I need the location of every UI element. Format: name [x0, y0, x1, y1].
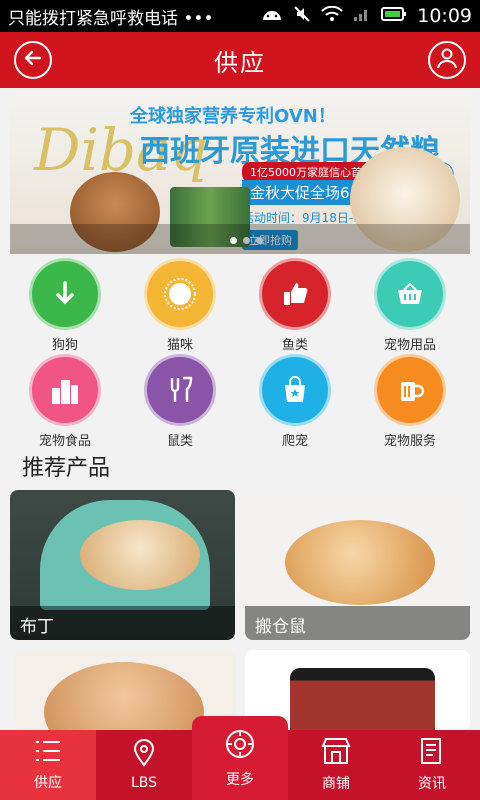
android-icon [261, 6, 283, 27]
page-dot [256, 237, 263, 244]
tab-label: 商铺 [322, 776, 350, 792]
cutlery-icon [144, 354, 216, 426]
food-jar-image [290, 668, 435, 730]
product-label: 搬仓鼠 [245, 606, 470, 640]
page-title: 供应 [214, 48, 266, 77]
sun-icon [144, 258, 216, 330]
product-card[interactable]: 布丁 [10, 490, 235, 640]
tab-label: 更多 [226, 772, 254, 788]
app-header: 供应 [0, 32, 480, 88]
tab-label: 供应 [34, 775, 62, 791]
category-label: 宠物服务 [383, 434, 436, 449]
banner-slogan: 全球独家营养专利OVN！ [130, 106, 336, 127]
user-profile-button[interactable] [428, 41, 466, 79]
status-carrier-text: 只能拨打紧急呼救电话 ••• [8, 8, 214, 29]
document-icon [419, 737, 445, 769]
gear-flower-icon [223, 727, 257, 765]
category-rodents[interactable]: 鼠类 [120, 354, 240, 449]
download-arrow-icon [29, 258, 101, 330]
page-dot [230, 237, 237, 244]
tab-label: 资讯 [418, 776, 446, 792]
tab-shops[interactable]: 商铺 [288, 730, 384, 800]
tab-label: LBS [130, 775, 158, 791]
thumbs-up-icon [259, 258, 331, 330]
category-label: 狗狗 [51, 338, 78, 353]
basket-icon [374, 258, 446, 330]
location-pin-icon [132, 739, 156, 771]
category-cat[interactable]: 猫咪 [120, 258, 240, 353]
page-dot [243, 237, 250, 244]
category-label: 猫咪 [166, 338, 193, 353]
mute-icon [293, 5, 311, 28]
category-label: 鱼类 [281, 338, 308, 353]
tab-news[interactable]: 资讯 [384, 730, 480, 800]
beer-mug-icon [374, 354, 446, 426]
battery-icon [381, 6, 407, 27]
signal-icon [353, 6, 371, 27]
banner-page-indicator [230, 237, 263, 244]
back-arrow-icon [23, 48, 43, 72]
category-label: 鼠类 [166, 434, 193, 449]
category-reptiles[interactable]: 爬宠 [235, 354, 355, 449]
buildings-icon [29, 354, 101, 426]
shopping-bag-icon [259, 354, 331, 426]
product-label: 布丁 [10, 606, 235, 640]
status-bar: 只能拨打紧急呼救电话 ••• 10:09 [0, 0, 480, 32]
category-pet-services[interactable]: 宠物服务 [350, 354, 470, 449]
category-dog[interactable]: 狗狗 [5, 258, 125, 353]
category-pet-food[interactable]: 宠物食品 [5, 354, 125, 449]
product-card[interactable]: 搬仓鼠 [245, 490, 470, 640]
user-icon [436, 47, 458, 73]
status-time: 10:09 [417, 5, 472, 27]
category-pet-supplies[interactable]: 宠物用品 [350, 258, 470, 353]
wifi-icon [321, 5, 343, 27]
category-label: 爬宠 [281, 434, 308, 449]
section-title: 推荐产品 [22, 456, 111, 481]
tab-lbs[interactable]: LBS [96, 730, 192, 800]
promo-banner[interactable]: Dibaq 全球独家营养专利OVN！ 西班牙原装进口天然粮 1亿5000万家庭信… [10, 92, 470, 254]
hamster-image [285, 520, 435, 605]
category-fish[interactable]: 鱼类 [235, 258, 355, 353]
category-label: 宠物食品 [38, 434, 91, 449]
category-label: 宠物用品 [383, 338, 436, 353]
hamster-image [44, 662, 204, 730]
hamster-image [80, 520, 200, 590]
tab-supply[interactable]: 供应 [0, 730, 96, 800]
back-button[interactable] [14, 41, 52, 79]
bottom-tab-bar: 供应 LBS 更多 商铺 资讯 [0, 716, 480, 800]
list-icon [34, 738, 62, 768]
tab-more[interactable]: 更多 [192, 716, 288, 800]
storefront-icon [320, 737, 352, 769]
